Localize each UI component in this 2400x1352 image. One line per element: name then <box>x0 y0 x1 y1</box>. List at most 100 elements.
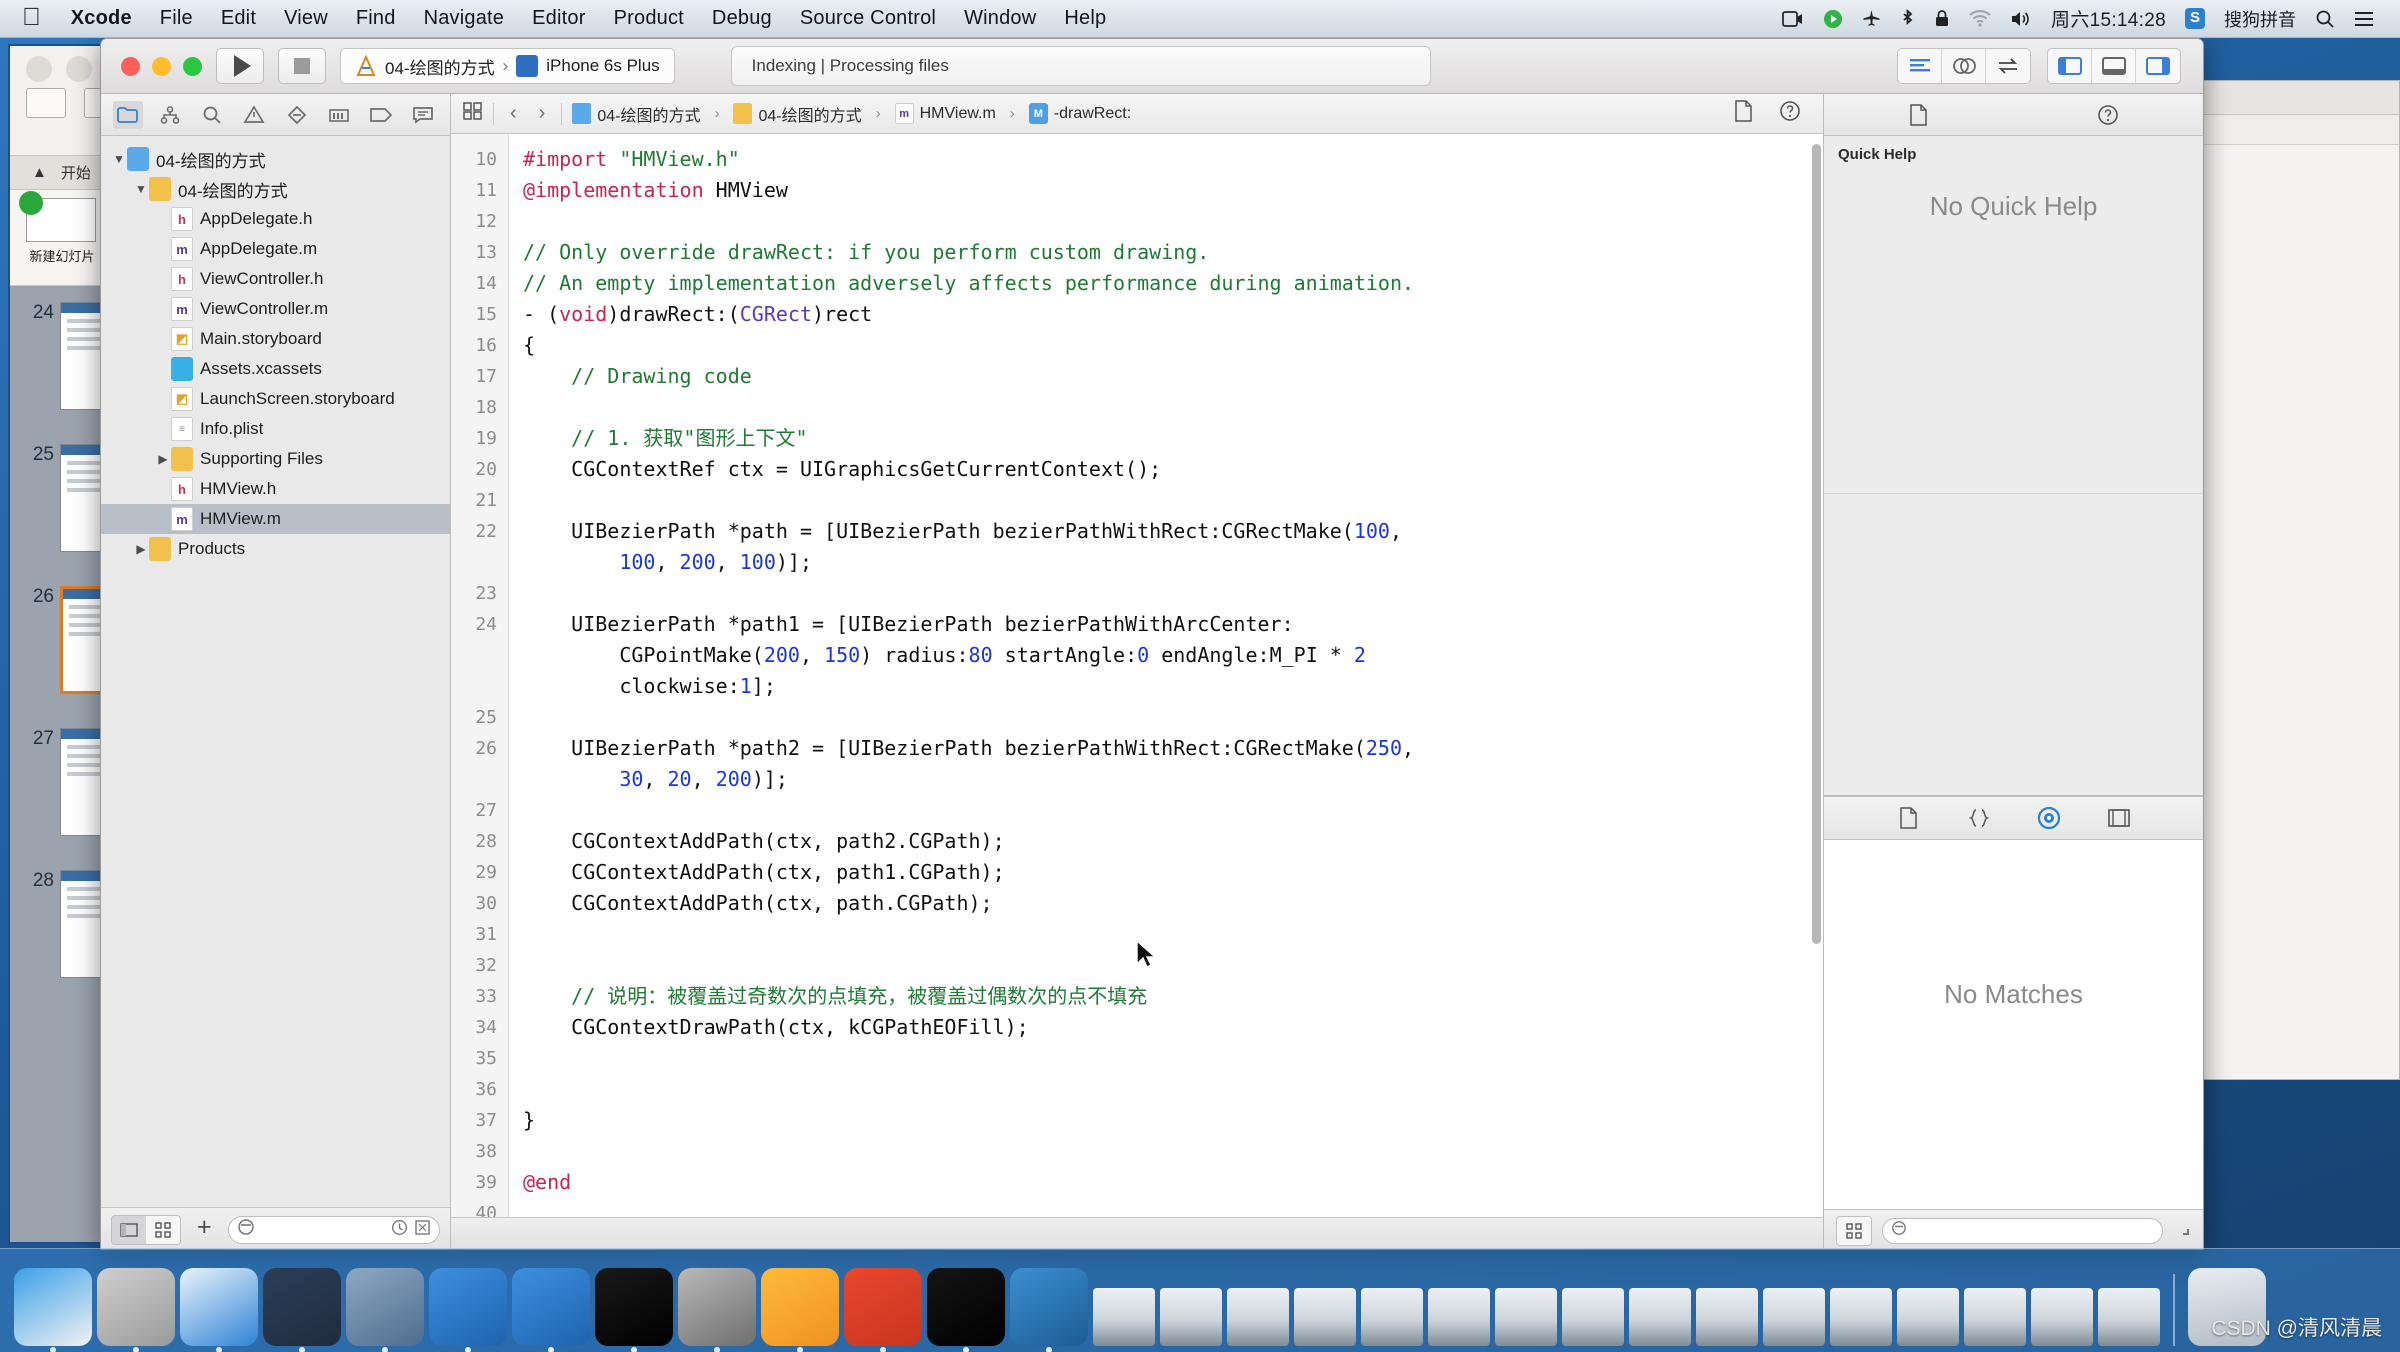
library-footer[interactable] <box>1824 1209 2203 1249</box>
disclosure-triangle-icon[interactable]: ▶ <box>155 452 171 466</box>
grid-view-icon[interactable] <box>146 1215 180 1244</box>
code-line[interactable]: UIBezierPath *path2 = [UIBezierPath bezi… <box>523 733 1823 764</box>
tree-item-main.storyboard[interactable]: ◩ Main.storyboard <box>101 324 450 354</box>
navigate-back-button[interactable]: ‹ <box>504 102 523 125</box>
code-line[interactable]: // 1. 获取"图形上下文" <box>523 423 1823 454</box>
panel-toggle-group[interactable] <box>2047 48 2181 84</box>
tree-item-04-[interactable]: ▼ 04-绘图的方式 <box>101 174 450 204</box>
zoom-button[interactable] <box>183 56 202 76</box>
navigator-footer[interactable]: + <box>101 1207 450 1249</box>
standard-editor-icon[interactable] <box>1898 49 1942 83</box>
tree-item-viewcontroller.h[interactable]: h ViewController.h <box>101 264 450 294</box>
assistant-editor-icon[interactable] <box>1942 49 1986 83</box>
disclosure-triangle-icon[interactable]: ▼ <box>111 152 127 166</box>
code-line[interactable]: CGContextAddPath(ctx, path.CGPath); <box>523 888 1823 919</box>
code-line[interactable]: // An empty implementation adversely aff… <box>523 268 1823 299</box>
volume-icon[interactable] <box>2010 10 2032 28</box>
disclosure-triangle-icon[interactable]: ▼ <box>133 182 149 196</box>
minimized-window-thumbnail[interactable] <box>1160 1288 1222 1346</box>
app-icon[interactable] <box>263 1268 341 1352</box>
minimized-window-thumbnail[interactable] <box>2031 1288 2093 1346</box>
breadcrumb-file-label[interactable]: HMView.m <box>920 105 996 123</box>
finder-icon[interactable] <box>14 1268 92 1352</box>
project-navigator-icon[interactable] <box>113 100 144 129</box>
file-inspector-icon[interactable] <box>1902 101 1936 129</box>
wifi-icon[interactable] <box>1969 10 1991 27</box>
report-navigator-icon[interactable] <box>408 101 438 129</box>
debug-navigator-icon[interactable] <box>324 101 354 129</box>
code-line[interactable]: @end <box>523 1167 1823 1198</box>
menu-item-navigate[interactable]: Navigate <box>410 7 519 30</box>
code-line[interactable]: - (void)drawRect:(CGRect)rect <box>523 299 1823 330</box>
code-line[interactable] <box>523 392 1823 423</box>
minimized-window-thumbnail[interactable] <box>1964 1288 2026 1346</box>
document-icon[interactable] <box>1734 100 1753 127</box>
close-button[interactable] <box>121 56 140 76</box>
minimized-window-thumbnail[interactable] <box>1093 1288 1155 1346</box>
menu-item-debug[interactable]: Debug <box>698 7 786 30</box>
code-line[interactable] <box>523 578 1823 609</box>
input-method-badge[interactable]: S <box>2184 8 2205 29</box>
menu-item-editor[interactable]: Editor <box>518 7 599 30</box>
tree-item-hmview.h[interactable]: h HMView.h <box>101 474 450 504</box>
code-line[interactable]: CGContextAddPath(ctx, path2.CGPath); <box>523 826 1823 857</box>
ppt-new-slide-button[interactable]: 新建幻灯片 <box>19 191 104 265</box>
quicktime-icon[interactable] <box>346 1268 424 1352</box>
source-control-filter-icon[interactable] <box>414 1219 431 1241</box>
editor-mode-group[interactable] <box>1897 48 2031 84</box>
code-line[interactable]: 30, 20, 200)]; <box>523 764 1823 795</box>
code-line[interactable]: // Drawing code <box>523 361 1823 392</box>
xcode-window[interactable]: 04-绘图的方式 › iPhone 6s Plus Indexing | Pro… <box>100 38 2204 1250</box>
xcode-toolbar[interactable]: 04-绘图的方式 › iPhone 6s Plus Indexing | Pro… <box>101 39 2203 94</box>
minimized-window-thumbnail[interactable] <box>1830 1288 1892 1346</box>
minimized-window-thumbnail[interactable] <box>2098 1288 2160 1346</box>
xcode-beta-icon[interactable] <box>512 1268 590 1352</box>
screen-recording-icon[interactable] <box>1782 10 1804 28</box>
code-line[interactable] <box>523 1043 1823 1074</box>
code-snippet-library-icon[interactable] <box>1962 804 1996 832</box>
dock[interactable] <box>0 1248 2400 1352</box>
code-line[interactable] <box>523 1136 1823 1167</box>
editor-scrollbar[interactable] <box>1812 144 1821 944</box>
menu-item-source-control[interactable]: Source Control <box>786 7 950 30</box>
inspector-panel[interactable]: Quick Help No Quick Help No Matches <box>1823 94 2203 1249</box>
disclosure-triangle-icon[interactable]: ▶ <box>133 542 149 556</box>
minimized-window-thumbnail[interactable] <box>1428 1288 1490 1346</box>
object-library-icon[interactable] <box>2032 804 2066 832</box>
code-line[interactable]: #import "HMView.h" <box>523 144 1823 175</box>
breadcrumb-method[interactable]: M -drawRect: <box>1028 103 1131 124</box>
code-line[interactable]: // Only override drawRect: if you perfor… <box>523 237 1823 268</box>
code-line[interactable]: UIBezierPath *path1 = [UIBezierPath bezi… <box>523 609 1823 640</box>
exec-icon[interactable] <box>927 1268 1005 1352</box>
related-items-icon[interactable] <box>463 102 483 125</box>
find-navigator-icon[interactable] <box>197 101 227 129</box>
menu-item-edit[interactable]: Edit <box>207 7 270 30</box>
code-line[interactable] <box>523 950 1823 981</box>
system-preferences-icon[interactable] <box>678 1268 756 1352</box>
play-circle-icon[interactable] <box>1823 9 1843 29</box>
safari-icon[interactable] <box>180 1268 258 1352</box>
scheme-selector[interactable]: 04-绘图的方式 › iPhone 6s Plus <box>340 48 675 84</box>
navigate-forward-button[interactable]: › <box>533 102 552 125</box>
menu-bar-status-items[interactable]: 周六15:14:28 S 搜狗拼音 <box>1782 5 2400 32</box>
clock-icon[interactable] <box>391 1219 408 1241</box>
breadcrumb-project[interactable]: 04-绘图的方式 <box>572 102 700 126</box>
help-circle-icon[interactable] <box>1779 100 1801 127</box>
menu-bar[interactable]:  Xcode File Edit View Find Navigate Edi… <box>0 0 2400 38</box>
source-code-text[interactable]: #import "HMView.h" @implementation HMView… <box>509 134 1823 1217</box>
library-view-toggle[interactable] <box>1836 1215 1872 1246</box>
version-editor-icon[interactable] <box>1986 49 2030 83</box>
menu-item-find[interactable]: Find <box>342 7 410 30</box>
tree-item-supporting-files[interactable]: ▶ Supporting Files <box>101 444 450 474</box>
terminal-icon[interactable] <box>595 1268 673 1352</box>
toggle-inspector-icon[interactable] <box>2136 49 2180 83</box>
library-filter-field[interactable] <box>1882 1217 2163 1244</box>
inspector-tab-bar[interactable] <box>1824 94 2203 136</box>
toolbar-right-controls[interactable] <box>1897 48 2189 84</box>
jump-bar[interactable]: ‹ › 04-绘图的方式 › 04-绘图的方式 › m HMView.m › M… <box>451 94 1823 134</box>
code-line[interactable]: { <box>523 330 1823 361</box>
tree-item-assets.xcassets[interactable]: Assets.xcassets <box>101 354 450 384</box>
navigator-view-toggle[interactable] <box>111 1214 181 1245</box>
stop-button[interactable] <box>278 48 326 84</box>
code-line[interactable]: UIBezierPath *path = [UIBezierPath bezie… <box>523 516 1823 547</box>
